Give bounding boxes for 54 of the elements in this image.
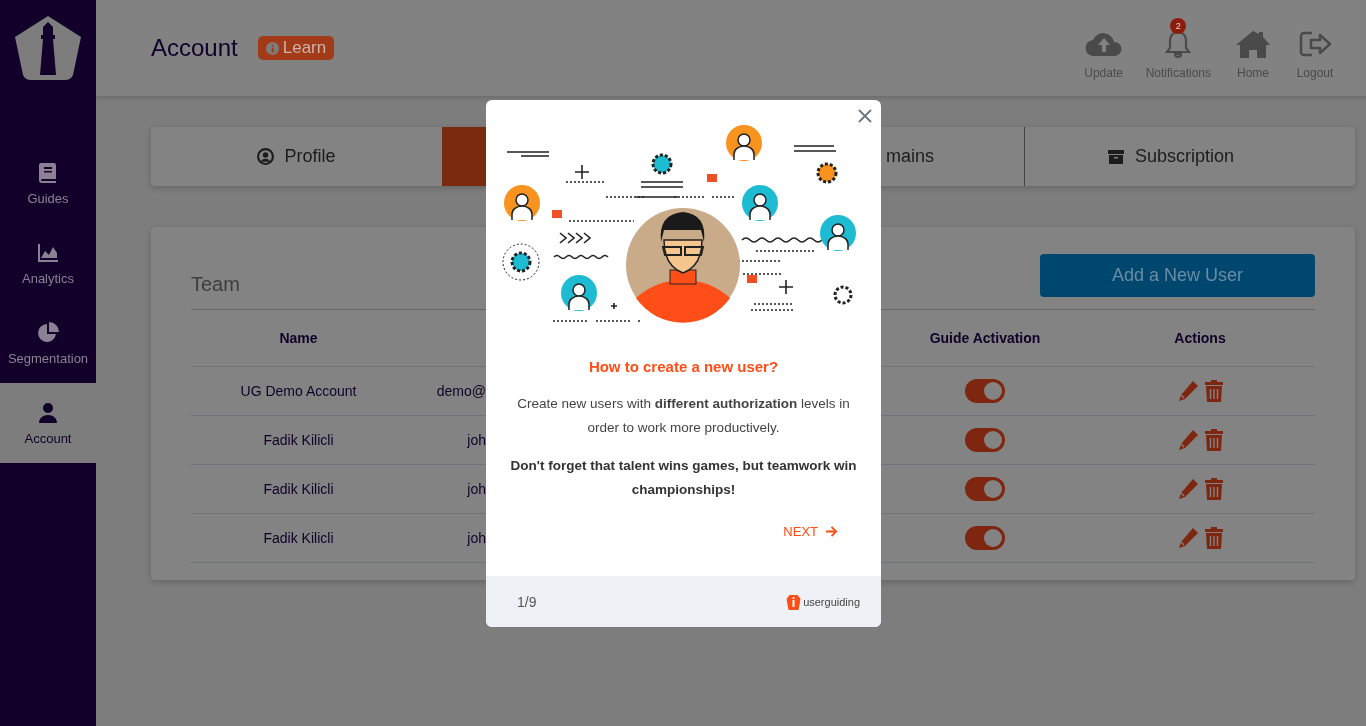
table-cell-text: joh — [466, 431, 486, 450]
step-counter: 1/9 — [517, 593, 537, 610]
table-cell-text: Fadik Kilicli — [262, 431, 335, 450]
guide-description: Create new users with different authorization levels in order to work more productively. — [516, 395, 851, 437]
tab[interactable]: Profile — [151, 127, 442, 186]
archive-box-icon — [1106, 148, 1125, 165]
pencil-icon[interactable] — [1176, 428, 1200, 452]
column-header: Actions — [1173, 329, 1227, 348]
lighthouse-logo-icon — [13, 15, 83, 81]
pie-chart-icon — [36, 320, 60, 345]
arrow-right-icon — [825, 525, 838, 538]
table-cell-text: joh — [466, 529, 486, 548]
toggle-switch[interactable] — [965, 379, 1005, 403]
pencil-icon[interactable] — [1176, 526, 1200, 550]
page-title: Account — [151, 34, 238, 62]
close-icon — [858, 109, 872, 123]
table-cell-text: Fadik Kilicli — [262, 480, 335, 499]
user-icon — [36, 400, 60, 425]
toggle-switch[interactable] — [965, 428, 1005, 452]
table-cell-text: demo@ — [435, 382, 486, 401]
toggle-switch[interactable] — [965, 526, 1005, 550]
header-action[interactable]: Home — [1233, 16, 1273, 80]
table-cell-text: UG Demo Account — [239, 382, 358, 401]
header-action[interactable]: 2 Notifications — [1145, 16, 1211, 80]
close-button[interactable] — [857, 108, 873, 124]
column-header: Name — [278, 329, 319, 348]
learn-button[interactable]: Learn — [257, 36, 335, 60]
trash-icon[interactable] — [1204, 428, 1224, 452]
tab[interactable]: Subscription — [1025, 127, 1316, 186]
trash-icon[interactable] — [1204, 379, 1224, 403]
toggle-switch[interactable] — [965, 477, 1005, 501]
info-icon — [265, 41, 279, 55]
column-header: Guide Activation — [928, 329, 1042, 348]
pencil-icon[interactable] — [1176, 379, 1200, 403]
header-action[interactable]: Logout — [1295, 16, 1335, 80]
sidebar-item[interactable]: Segmentation — [0, 303, 96, 383]
user-circle-icon — [257, 148, 275, 165]
trash-icon[interactable] — [1204, 477, 1224, 501]
add-user-button[interactable]: Add a New User — [1040, 254, 1315, 297]
next-button[interactable]: NEXT — [783, 524, 838, 539]
section-title: Team — [191, 272, 240, 296]
pencil-icon[interactable] — [1176, 477, 1200, 501]
sidebar-item[interactable]: Analytics — [0, 223, 96, 303]
table-cell-text: joh — [466, 480, 486, 499]
trash-icon[interactable] — [1204, 526, 1224, 550]
brand-logo-icon — [786, 593, 802, 610]
notification-count-badge: 2 — [1170, 17, 1187, 34]
guide-title: How to create a new user? — [588, 358, 779, 375]
sidebar-item[interactable]: Guides — [0, 143, 96, 223]
guide-note: Don't forget that talent wins games, but teamwork win championships! — [509, 457, 858, 499]
header-action[interactable]: Update — [1083, 16, 1124, 80]
brand-name: userguiding — [803, 595, 860, 608]
sidebar-item[interactable]: Account — [0, 383, 96, 463]
table-cell-text: Fadik Kilicli — [262, 529, 335, 548]
